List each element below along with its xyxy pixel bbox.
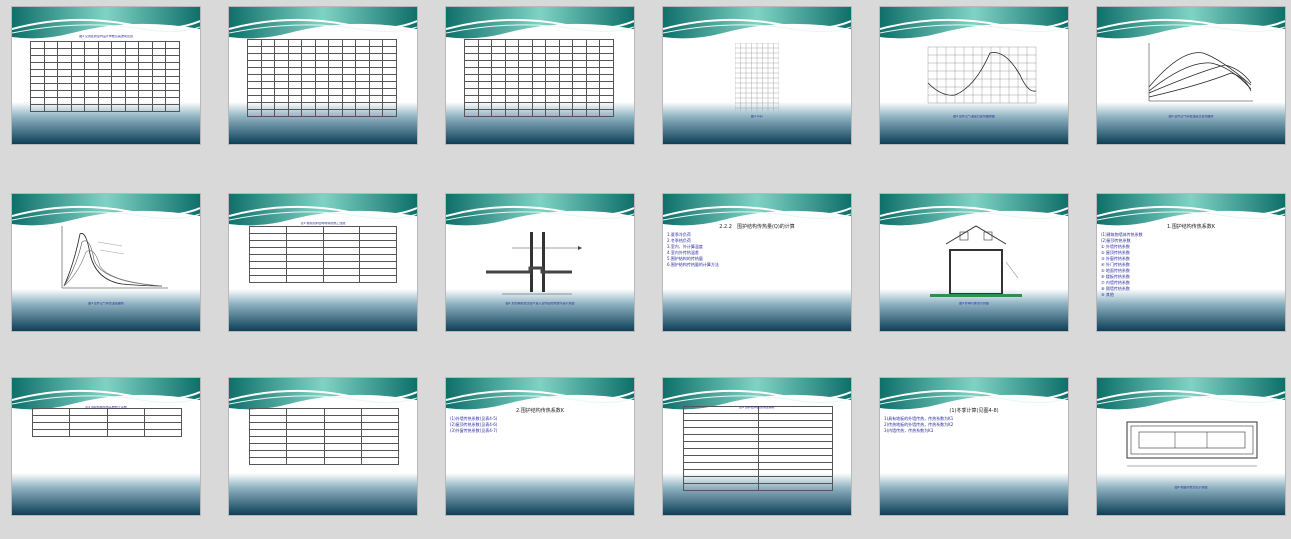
- slide-banner-graphic: [663, 7, 851, 39]
- slide-text-line: ⑨ 其他: [1101, 292, 1114, 297]
- peak-curve-chart: [61, 226, 168, 289]
- slide-banner-graphic: [880, 7, 1068, 39]
- slide-text-line: (3)外窗传热系数(见表4-7): [450, 428, 498, 433]
- slide-caption: 表4 围护结构传热系数修正系数: [85, 406, 127, 409]
- slide-thumbnail-10[interactable]: 2.2.2 围护结构传热量(Q)的计算 1.夏季冷负荷 2.冬季热负荷 3.室内、外计…: [663, 194, 851, 331]
- slide-table: [30, 41, 180, 112]
- logo-grid: [735, 43, 779, 111]
- temperature-curve-chart: [927, 46, 1037, 104]
- slide-caption: 图4 外墙与屋顶示意图: [959, 302, 989, 305]
- slide-text-line: 3)内墙传热，传热系数为K3: [884, 428, 934, 433]
- slide-thumbnail-18[interactable]: 图4 地面传热分区示意图: [1097, 378, 1285, 515]
- slide-caption: 表4 常用围护结构材料的热工性能: [300, 222, 346, 225]
- slide-table: [31, 408, 183, 437]
- slide-thumbnail-17[interactable]: (1)冬季计算(见图4-8) 1)具有地板的外墙传热，传热系数为K1 2)传热地板的…: [880, 378, 1068, 515]
- slide-table: [249, 226, 397, 283]
- slide-footer-graphic: [229, 289, 417, 331]
- slide-title: 1.围护结构传热系数K: [1166, 224, 1216, 230]
- slide-thumbnail-5[interactable]: 图4 室外空气温度日变化曲线图: [880, 7, 1068, 144]
- slide-caption: 图4 室外空气综合温度日变化曲线: [1168, 115, 1214, 118]
- slide-title: (1)冬季计算(见图4-8): [949, 408, 999, 414]
- slide-footer-graphic: [663, 289, 851, 331]
- window-heat-diagram: [486, 232, 582, 295]
- slide-thumbnail-8[interactable]: 表4 常用围护结构材料的热工性能: [229, 194, 417, 331]
- slide-thumbnail-15[interactable]: 2.围护结构传热系数K (1)外墙传热系数(见表4-5) (2)屋顶传热系数(见表4…: [446, 378, 634, 515]
- slide-caption: 图4 logo: [750, 115, 764, 118]
- slide-caption: 图4 地面传热分区示意图: [1174, 486, 1208, 489]
- slide-thumbnail-14[interactable]: [229, 378, 417, 515]
- slide-table: [247, 39, 397, 117]
- slide-caption: 图4 室外空气温度日变化曲线图: [953, 115, 995, 118]
- slide-caption: 图4 空调区的室内设计参数及其波动范围: [79, 35, 133, 38]
- slide-thumbnail-7[interactable]: 图4 室外空气综合温度曲线: [12, 194, 200, 331]
- slide-banner-graphic: [1097, 378, 1285, 410]
- slide-thumbnail-3[interactable]: [446, 7, 634, 144]
- slide-thumbnail-4[interactable]: 图4 logo: [663, 7, 851, 144]
- slide-table: [683, 406, 833, 491]
- slide-footer-graphic: [12, 473, 200, 515]
- slide-table: [248, 408, 400, 465]
- solar-temperature-chart: [1148, 43, 1253, 102]
- slide-thumbnail-13[interactable]: 表4 围护结构传热系数修正系数: [12, 378, 200, 515]
- slide-footer-graphic: [446, 473, 634, 515]
- slide-thumbnail-6[interactable]: 图4 室外空气综合温度日变化曲线: [1097, 7, 1285, 144]
- slide-footer-graphic: [1097, 473, 1285, 515]
- slide-thumbnail-1[interactable]: 图4 空调区的室内设计参数及其波动范围: [12, 7, 200, 144]
- slide-title: 2.2.2 围护结构传热量(Q)的计算: [719, 224, 795, 230]
- slide-caption: 图4 太阳辐射透过窗户进入室内后的热量传递示意图: [505, 302, 575, 305]
- slide-thumbnail-9[interactable]: 图4 太阳辐射透过窗户进入室内后的热量传递示意图: [446, 194, 634, 331]
- slide-footer-graphic: [880, 473, 1068, 515]
- slide-thumbnail-2[interactable]: [229, 7, 417, 144]
- slide-footer-graphic: [229, 473, 417, 515]
- slide-caption: 表4 围护结构的热惰性指标: [739, 406, 775, 409]
- slide-table: [464, 39, 614, 117]
- slide-caption: 图4 室外空气综合温度曲线: [88, 302, 124, 305]
- floor-zone-diagram: [1126, 421, 1258, 467]
- house-section-diagram: [930, 225, 1022, 297]
- slide-thumbnail-11[interactable]: 图4 外墙与屋顶示意图: [880, 194, 1068, 331]
- slide-thumbnail-16[interactable]: 表4 围护结构的热惰性指标: [663, 378, 851, 515]
- slide-thumbnail-12[interactable]: 1.围护结构传热系数K (1)建筑物墙体传热系数 (2)屋顶传热系数 ① 外墙传热系数…: [1097, 194, 1285, 331]
- slide-text-line: 6.围护结构传热量的计算方法: [667, 262, 719, 267]
- slide-title: 2.围护结构传热系数K: [515, 408, 565, 414]
